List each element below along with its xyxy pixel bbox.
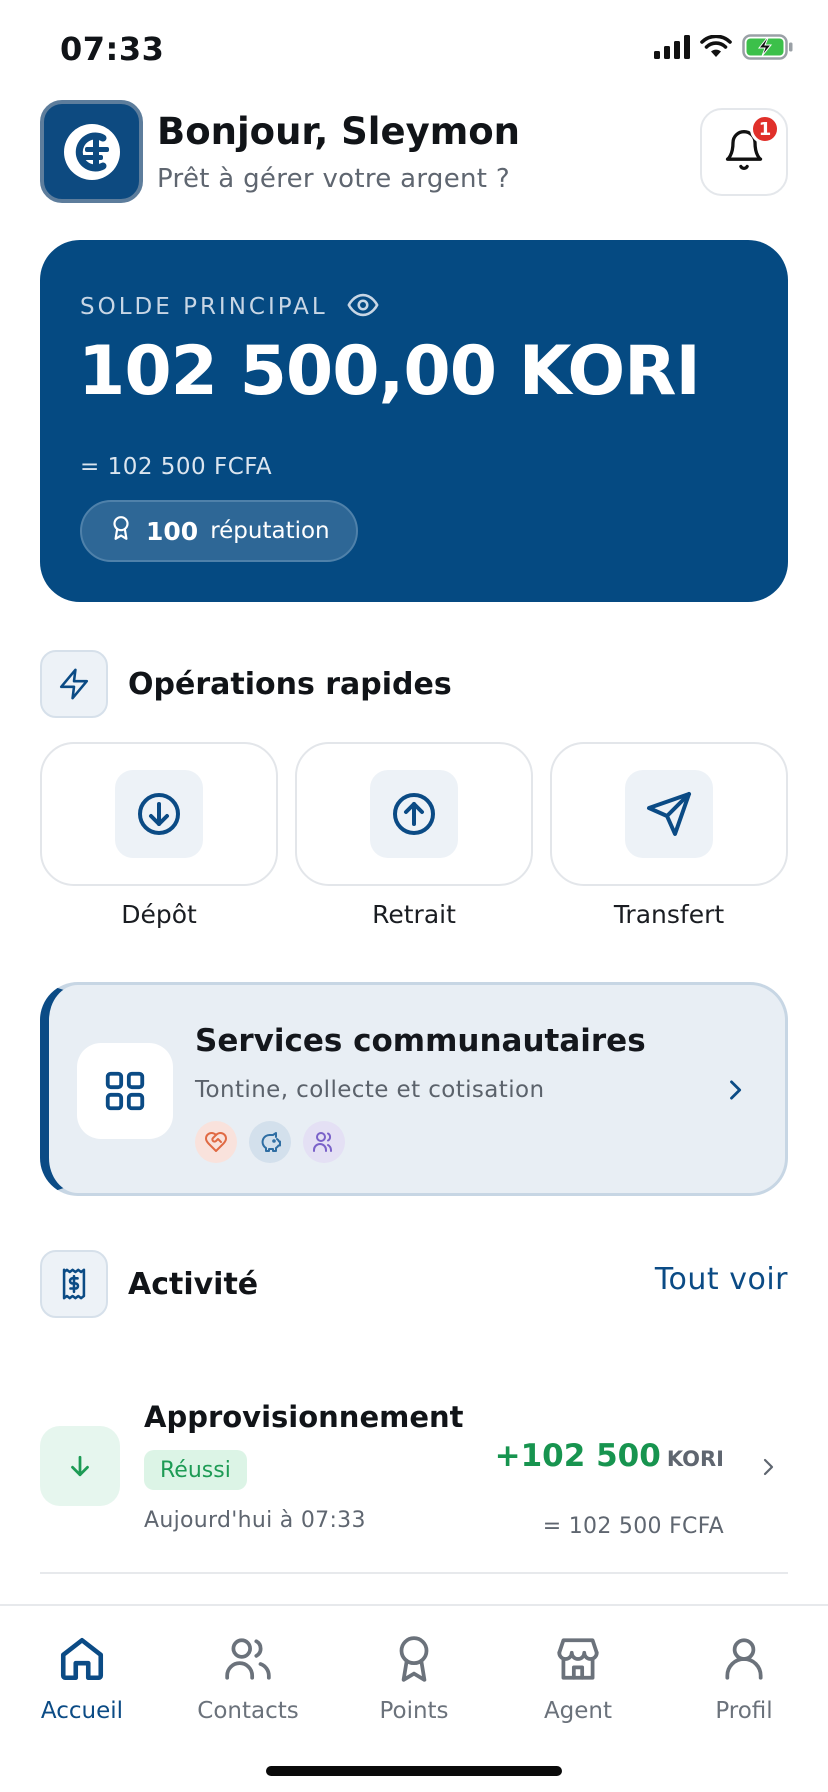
lightning-icon <box>40 650 108 718</box>
balance-amount: 102 500,00 KORI <box>78 332 701 411</box>
transaction-title: Approvisionnement <box>144 1400 464 1434</box>
reputation-badge[interactable]: 100 réputation <box>80 500 358 562</box>
home-indicator <box>266 1766 562 1776</box>
heart-handshake-icon <box>195 1121 237 1163</box>
nav-item-agent[interactable]: Agent <box>503 1634 653 1724</box>
transfer-button[interactable] <box>550 742 788 886</box>
deposit-op: Dépôt <box>40 742 278 929</box>
users-icon <box>303 1121 345 1163</box>
withdraw-label: Retrait <box>372 900 456 929</box>
transfer-label: Transfert <box>613 900 725 929</box>
transaction-date: Aujourd'hui à 07:33 <box>144 1508 366 1533</box>
status-icons <box>654 34 794 64</box>
piggy-bank-icon <box>249 1121 291 1163</box>
nav-label-points: Points <box>379 1698 449 1724</box>
contacts-icon <box>223 1634 273 1688</box>
deposit-label: Dépôt <box>121 900 197 929</box>
balance-label: SOLDE PRINCIPAL <box>80 294 328 320</box>
balance-card: SOLDE PRINCIPAL 102 500,00 KORI = 102 50… <box>40 240 788 602</box>
nav-item-home[interactable]: Accueil <box>7 1634 157 1724</box>
arrow-up-circle-icon <box>370 770 458 858</box>
transaction-currency: KORI <box>666 1447 724 1471</box>
award-icon <box>389 1634 439 1688</box>
transaction-row[interactable]: Approvisionnement Réussi Aujourd'hui à 0… <box>40 1400 788 1574</box>
reputation-label: réputation <box>210 518 330 544</box>
status-badge: Réussi <box>144 1450 247 1490</box>
nav-item-contacts[interactable]: Contacts <box>173 1634 323 1724</box>
signal-icon <box>654 35 690 63</box>
status-time: 07:33 <box>60 30 165 68</box>
quick-ops: Dépôt Retrait Transfert <box>40 742 788 929</box>
nav-label-agent: Agent <box>543 1698 613 1724</box>
nav-label-profile: Profil <box>715 1698 773 1724</box>
activity-header: Activité <box>40 1250 258 1318</box>
nav-item-points[interactable]: Points <box>339 1634 489 1724</box>
bottom-nav: Accueil Contacts Points Agent Profil <box>0 1604 828 1792</box>
greeting-subtitle: Prêt à gérer votre argent ? <box>157 164 510 194</box>
chevron-right-icon <box>756 1452 780 1486</box>
nav-item-profile[interactable]: Profil <box>669 1634 819 1724</box>
quick-ops-title: Opérations rapides <box>128 666 452 702</box>
greeting: Bonjour, Sleymon <box>157 110 521 153</box>
nav-label-home: Accueil <box>40 1698 124 1724</box>
see-all-link[interactable]: Tout voir <box>655 1262 788 1297</box>
deposit-button[interactable] <box>40 742 278 886</box>
header: Bonjour, Sleymon Prêt à gérer votre arge… <box>40 100 788 204</box>
transaction-amount-value: +102 500 <box>494 1438 661 1474</box>
transaction-fcfa: = 102 500 FCFA <box>542 1514 724 1539</box>
home-icon <box>57 1634 107 1688</box>
eye-icon[interactable] <box>346 288 380 326</box>
nav-label-contacts: Contacts <box>197 1698 299 1724</box>
services-subtitle: Tontine, collecte et cotisation <box>195 1077 545 1103</box>
quick-ops-header: Opérations rapides <box>40 650 452 718</box>
kori-logo-icon <box>40 100 143 203</box>
community-services-card[interactable]: Services communautaires Tontine, collect… <box>40 982 788 1196</box>
withdraw-button[interactable] <box>295 742 533 886</box>
grid-icon <box>77 1043 173 1139</box>
arrow-down-circle-icon <box>115 770 203 858</box>
reputation-value: 100 <box>146 516 199 546</box>
services-title: Services communautaires <box>195 1023 646 1059</box>
award-icon <box>108 515 134 547</box>
notification-badge: 1 <box>750 114 780 144</box>
send-icon <box>625 770 713 858</box>
store-icon <box>553 1634 603 1688</box>
battery-charging-icon <box>742 34 794 64</box>
balance-label-row: SOLDE PRINCIPAL <box>80 288 380 326</box>
transfer-op: Transfert <box>550 742 788 929</box>
wifi-icon <box>700 34 732 63</box>
activity-title: Activité <box>128 1266 259 1302</box>
status-bar: 07:33 <box>0 0 828 100</box>
balance-fcfa: = 102 500 FCFA <box>80 454 273 480</box>
notifications-button[interactable]: 1 <box>700 108 788 196</box>
chevron-right-icon <box>721 1073 749 1111</box>
receipt-icon <box>40 1250 108 1318</box>
arrow-down-icon <box>40 1426 120 1506</box>
transaction-amount: +102 500 KORI <box>495 1438 724 1474</box>
services-icons <box>195 1121 345 1163</box>
user-icon <box>719 1634 769 1688</box>
withdraw-op: Retrait <box>295 742 533 929</box>
